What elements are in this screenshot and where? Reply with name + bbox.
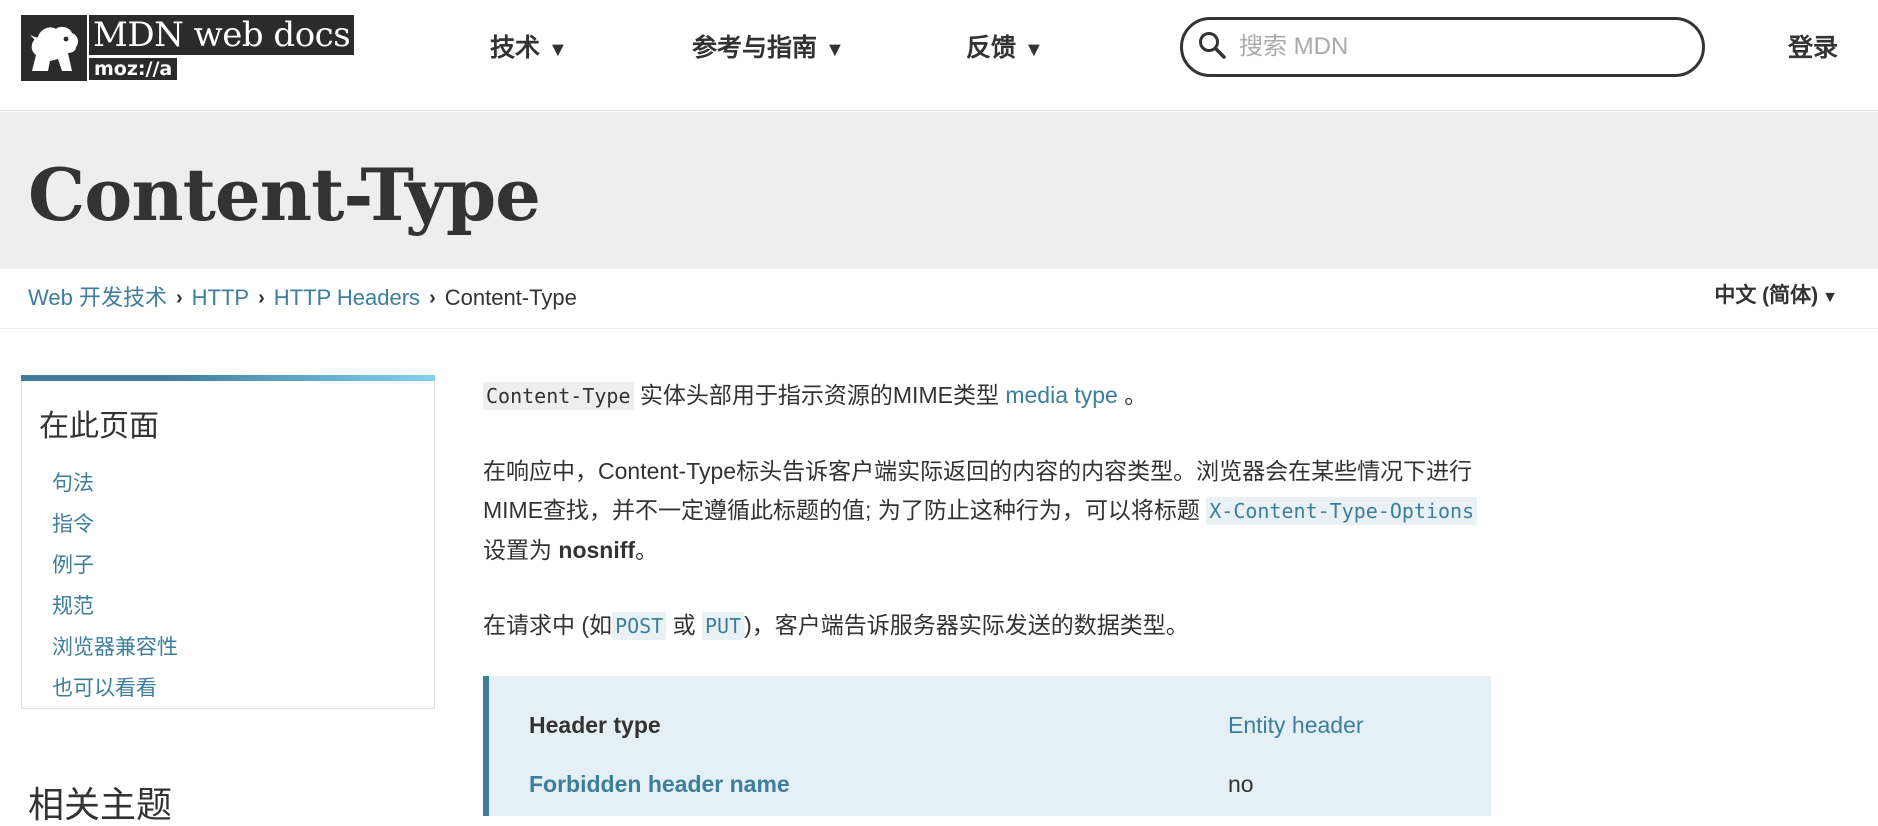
response-paragraph: 在响应中，Content-Type标头告诉客户端实际返回的内容的内容类型。浏览器… (483, 452, 1493, 570)
breadcrumb-link-http[interactable]: HTTP (192, 283, 249, 313)
toc-item-specifications[interactable]: 规范 (52, 586, 178, 627)
mozilla-wordmark: moz://a (89, 58, 178, 80)
paragraph-text: 或 (666, 612, 703, 638)
breadcrumb-link-web-tech[interactable]: Web 开发技术 (28, 283, 167, 313)
table-row: Header type (529, 709, 661, 741)
caret-down-icon: ▼ (1024, 39, 1044, 61)
paragraph-text: 实体头部用于指示资源的MIME类型 (633, 382, 1006, 408)
nosniff-value: nosniff (558, 537, 636, 563)
nav-references-guides[interactable]: 参考与指南 ▼ (692, 30, 845, 68)
page-title: Content-Type (28, 152, 541, 237)
paragraph-text: 设置为 (483, 537, 559, 563)
nav-label: 参考与指南 (692, 34, 818, 62)
nav-label: 技术 (490, 34, 541, 62)
request-paragraph: 在请求中 (如 POST 或 PUT)，客户端告诉服务器实际发送的数据类型。 (483, 606, 1493, 646)
property-value: no (1228, 771, 1254, 797)
nav-label: 反馈 (966, 34, 1017, 62)
dinosaur-logo-icon (21, 15, 87, 81)
media-type-link[interactable]: media type (1005, 382, 1118, 408)
chevron-right-icon: › (258, 287, 265, 309)
breadcrumb: Web 开发技术 › HTTP › HTTP Headers › Content… (28, 283, 577, 313)
caret-down-icon: ▼ (548, 39, 568, 61)
search-icon (1197, 30, 1227, 65)
language-label: 中文 (简体) (1714, 284, 1819, 307)
paragraph-text: 。 (1117, 382, 1148, 408)
caret-down-icon: ▼ (825, 39, 845, 61)
paragraph-text: 在请求中 (如 (483, 612, 613, 638)
paragraph-text: 。 (635, 537, 659, 563)
login-link[interactable]: 登录 (1788, 30, 1838, 66)
toc-item-examples[interactable]: 例子 (52, 545, 178, 586)
header-properties-box: Header type Entity header Forbidden head… (483, 676, 1491, 816)
nav-technologies[interactable]: 技术 ▼ (490, 30, 568, 68)
breadcrumb-bar: Web 开发技术 › HTTP › HTTP Headers › Content… (0, 269, 1878, 329)
site-header: MDN web docs moz://a 技术 ▼ 参考与指南 ▼ 反馈 ▼ 登录 (0, 0, 1878, 111)
toc-item-see-also[interactable]: 也可以看看 (52, 668, 178, 709)
article-content: Content-Type 实体头部用于指示资源的MIME类型 media typ… (483, 376, 1493, 682)
chevron-right-icon: › (175, 287, 183, 309)
breadcrumb-current: Content-Type (444, 285, 577, 310)
x-content-type-options-link[interactable]: X-Content-Type-Options (1206, 497, 1478, 525)
toc-item-directives[interactable]: 指令 (52, 504, 178, 545)
related-topics-heading: 相关主题 (28, 785, 173, 826)
toc-item-syntax[interactable]: 句法 (52, 463, 178, 504)
toc-item-browser-compat[interactable]: 浏览器兼容性 (52, 627, 178, 668)
table-of-contents: 在此页面 句法 指令 例子 规范 浏览器兼容性 也可以看看 (21, 375, 435, 709)
inline-code: Content-Type (483, 382, 634, 410)
logo-title: MDN web docs (89, 15, 355, 55)
search-input[interactable] (1239, 33, 1679, 61)
entity-header-link[interactable]: Entity header (1228, 709, 1364, 741)
table-row: Forbidden header name (529, 768, 790, 800)
paragraph-text: )，客户端告诉服务器实际发送的数据类型。 (744, 612, 1189, 638)
search-box[interactable] (1180, 17, 1705, 77)
forbidden-header-name-link[interactable]: Forbidden header name (529, 771, 790, 797)
mdn-logo[interactable]: MDN web docs moz://a (21, 15, 355, 81)
breadcrumb-link-http-headers[interactable]: HTTP Headers (274, 283, 420, 313)
intro-paragraph: Content-Type 实体头部用于指示资源的MIME类型 media typ… (483, 376, 1493, 416)
put-method-link[interactable]: PUT (702, 612, 745, 640)
language-selector[interactable]: 中文 (简体) ▼ (1714, 281, 1838, 313)
title-band: Content-Type (0, 112, 1878, 269)
nav-feedback[interactable]: 反馈 ▼ (966, 30, 1044, 68)
chevron-right-icon: › (429, 287, 436, 309)
post-method-link[interactable]: POST (612, 612, 667, 640)
property-key: Header type (529, 712, 661, 738)
toc-title: 在此页面 (39, 409, 159, 444)
caret-down-icon: ▼ (1822, 289, 1838, 306)
